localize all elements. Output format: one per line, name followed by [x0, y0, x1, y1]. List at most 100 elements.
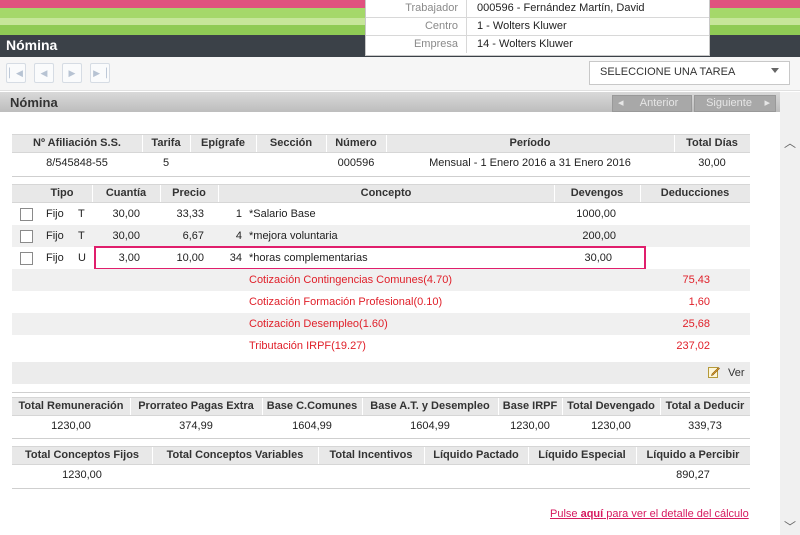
column-header: Total Conceptos Variables [166, 449, 304, 461]
info-separator [466, 0, 467, 17]
column-header: Sección [269, 137, 313, 149]
section-title: Nómina [10, 95, 58, 110]
totals-table-header: Total Remuneración Prorrateo Pagas Extra… [12, 397, 750, 416]
edit-note-icon[interactable] [708, 366, 720, 378]
link-text-bold: aquí [580, 508, 604, 520]
column-header: Líquido a Percibir [646, 449, 740, 461]
concept-class: T [78, 208, 85, 220]
ver-link[interactable]: Ver [728, 367, 745, 379]
column-header: Total a Deducir [665, 400, 745, 412]
affiliation-number: 8/545848-55 [46, 157, 108, 169]
link-text: Pulse [550, 508, 581, 520]
base-common: 1604,99 [292, 420, 332, 432]
worker-info-box: Trabajador 000596 - Fernández Martín, Da… [365, 0, 710, 56]
task-select-value: SELECCIONE UNA TAREA [600, 66, 736, 78]
total-deduct: 339,73 [688, 420, 722, 432]
deduction-amount: 237,02 [676, 340, 710, 352]
summary-table-header: Nº Afiliación S.S. Tarifa Epígrafe Secci… [12, 134, 750, 153]
total-remuneration: 1230,00 [51, 420, 91, 432]
period: Mensual - 1 Enero 2016 a 31 Enero 2016 [429, 157, 631, 169]
base-irpf: 1230,00 [510, 420, 550, 432]
previous-button[interactable]: ◂ Anterior [612, 95, 692, 112]
concepts-table-header: Tipo Cuantía Precio Concepto Devengos De… [12, 184, 750, 203]
column-header: Tipo [50, 187, 74, 199]
divider [12, 392, 750, 393]
divider [12, 176, 750, 177]
payroll-number: 000596 [337, 157, 375, 169]
row-checkbox[interactable] [20, 252, 33, 265]
tariff: 5 [162, 157, 170, 169]
deduction-concept: Cotización Contingencias Comunes(4.70) [249, 274, 452, 286]
base-at-unemployment: 1604,99 [410, 420, 450, 432]
concept-price: 33,33 [176, 208, 204, 220]
next-button[interactable]: Siguiente ▸ [694, 95, 776, 112]
net-table-header: Total Conceptos Fijos Total Conceptos Va… [12, 446, 750, 465]
info-value: 000596 - Fernández Martín, David [477, 2, 645, 14]
deduction-concept: Tributación IRPF(19.27) [249, 340, 366, 352]
extra-pay-proration: 374,99 [179, 420, 213, 432]
next-button-label: Siguiente [706, 97, 752, 109]
scrollbar[interactable] [780, 92, 800, 535]
link-text: para ver el detalle del cálculo [603, 508, 749, 520]
concept-type: Fijo [46, 230, 64, 242]
row-checkbox[interactable] [20, 208, 33, 221]
column-header: Total Incentivos [329, 449, 413, 461]
task-select[interactable]: SELECCIONE UNA TAREA [589, 61, 790, 85]
last-page-icon[interactable]: ▶▕ [90, 63, 110, 83]
column-header: Número [335, 137, 377, 149]
chevron-left-icon: ◂ [618, 97, 624, 109]
column-header: Base A.T. y Desempleo [370, 400, 490, 412]
next-page-icon[interactable]: ▶ [62, 63, 82, 83]
concept-earnings: 1000,00 [576, 208, 616, 220]
total-fixed-concepts: 1230,00 [62, 469, 102, 481]
column-header: Epígrafe [200, 137, 245, 149]
column-header: Total Devengado [567, 400, 655, 412]
divider [12, 488, 750, 489]
previous-button-label: Anterior [639, 97, 679, 109]
ver-bar [12, 362, 750, 384]
row-checkbox[interactable] [20, 230, 33, 243]
info-separator [466, 36, 467, 53]
info-label: Trabajador [405, 2, 458, 14]
concept-earnings: 200,00 [582, 230, 616, 242]
info-value: 14 - Wolters Kluwer [477, 38, 573, 50]
column-header: Nº Afiliación S.S. [33, 137, 121, 149]
column-header: Total Conceptos Fijos [24, 449, 140, 461]
divider [12, 438, 750, 439]
chevron-down-icon [771, 68, 779, 73]
column-header: Precio [172, 187, 206, 199]
net-to-receive: 890,27 [676, 469, 710, 481]
chevron-right-icon: ▸ [764, 97, 770, 109]
concept-type: Fijo [46, 252, 64, 264]
previous-page-icon[interactable]: ◀ [34, 63, 54, 83]
center-info-row: Centro 1 - Wolters Kluwer [366, 18, 709, 36]
column-header: Líquido Pactado [433, 449, 519, 461]
scroll-up-icon[interactable]: ︿ [784, 134, 796, 151]
info-value: 1 - Wolters Kluwer [477, 20, 567, 32]
concept-price: 6,67 [182, 230, 204, 242]
concept-class: T [78, 230, 85, 242]
column-header: Líquido Especial [538, 449, 626, 461]
column-header: Cuantía [105, 187, 147, 199]
column-header: Concepto [360, 187, 412, 199]
info-separator [466, 18, 467, 35]
concept-name: *Salario Base [249, 208, 316, 220]
scroll-down-icon[interactable]: ﹀ [784, 518, 796, 535]
concept-type: Fijo [46, 208, 64, 220]
deduction-concept: Cotización Desempleo(1.60) [249, 318, 388, 330]
first-page-icon[interactable]: ▏◀ [6, 63, 26, 83]
worker-info-row: Trabajador 000596 - Fernández Martín, Da… [366, 0, 709, 18]
info-label: Empresa [413, 38, 458, 50]
column-header: Devengos [570, 187, 624, 199]
column-header: Prorrateo Pagas Extra [138, 400, 254, 412]
calculation-detail-link[interactable]: Pulse aquí para ver el detalle del cálcu… [550, 508, 749, 520]
deduction-concept: Cotización Formación Profesional(0.10) [249, 296, 443, 308]
deduction-amount: 25,68 [682, 318, 710, 330]
concept-quantity: 30,00 [112, 230, 140, 242]
total-days: 30,00 [698, 157, 726, 169]
concept-code: 4 [235, 230, 242, 242]
info-label: Centro [424, 20, 458, 32]
concept-name: *mejora voluntaria [249, 230, 338, 242]
app-title: Nómina [6, 37, 58, 53]
company-info-row: Empresa 14 - Wolters Kluwer [366, 36, 709, 53]
